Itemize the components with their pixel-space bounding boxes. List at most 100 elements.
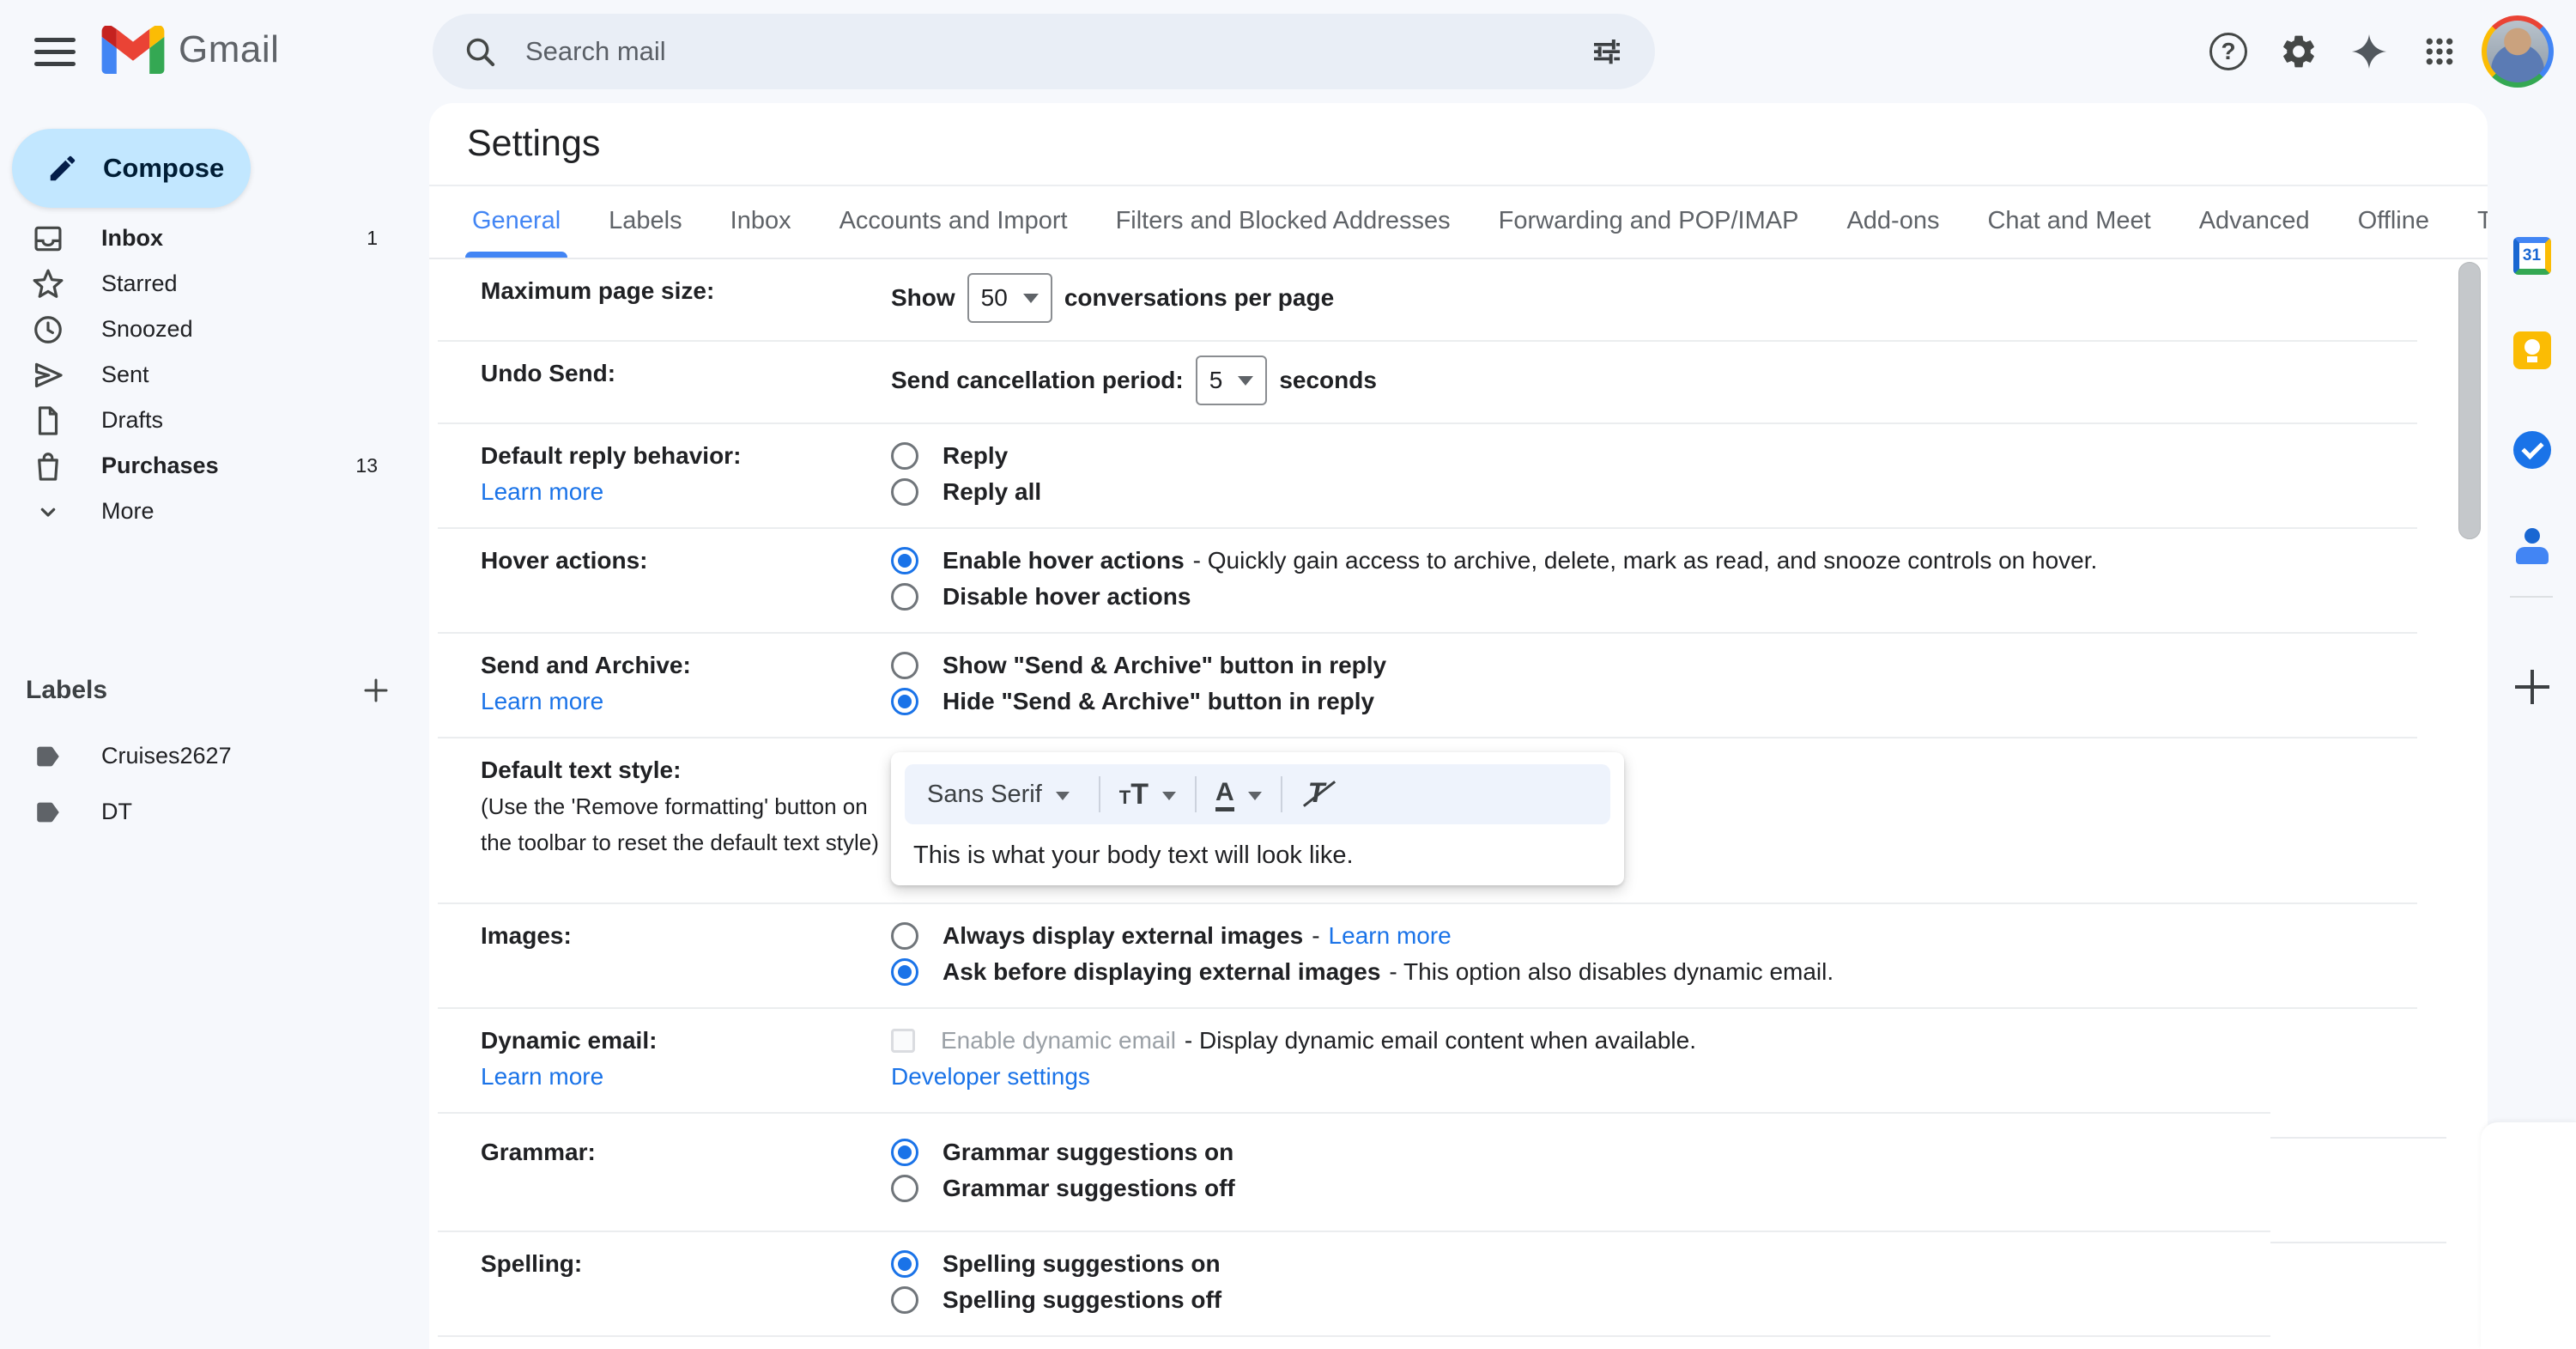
undo-send-suffix: seconds <box>1279 362 1377 398</box>
text-style-panel: Sans Serif TT A <box>891 752 1624 885</box>
radio-hide-send-archive[interactable] <box>891 688 918 715</box>
learn-more-link[interactable]: Learn more <box>481 478 603 505</box>
vertical-scrollbar[interactable] <box>2458 262 2481 539</box>
tab-accounts-and-import[interactable]: Accounts and Import <box>838 191 1070 258</box>
nav-label: Inbox <box>101 225 367 252</box>
sidebar-item-more[interactable]: More <box>0 489 429 534</box>
sidebar-item-starred[interactable]: Starred <box>0 261 429 307</box>
search-input[interactable]: Search mail <box>525 36 1590 67</box>
select-caret-icon <box>1023 294 1039 303</box>
text-color-button[interactable]: A <box>1215 778 1262 811</box>
apps-button[interactable] <box>2404 16 2475 87</box>
tab-add-ons[interactable]: Add-ons <box>1845 191 1941 258</box>
gemini-button[interactable] <box>2334 16 2404 87</box>
row-label: Spelling: <box>481 1246 891 1282</box>
font-size-button[interactable]: TT <box>1119 778 1176 811</box>
setting-row-grammar: Grammar: Grammar suggestions on Grammar … <box>438 1114 2417 1232</box>
tab-labels[interactable]: Labels <box>607 191 683 258</box>
radio-enable-hover-actions[interactable] <box>891 547 918 574</box>
tasks-button[interactable] <box>2501 419 2563 481</box>
option-label: Hide "Send & Archive" button in reply <box>943 684 1374 720</box>
file-icon <box>31 404 65 437</box>
contacts-button[interactable] <box>2501 516 2563 578</box>
learn-more-link[interactable]: Learn more <box>481 1063 603 1090</box>
font-family-select[interactable]: Sans Serif <box>927 781 1070 809</box>
row-label: Default text style: <box>481 752 891 788</box>
tab-themes[interactable]: Themes <box>2476 191 2488 258</box>
keep-button[interactable] <box>2501 319 2563 381</box>
learn-more-link[interactable]: Learn more <box>1329 918 1452 954</box>
account-button[interactable] <box>2482 15 2554 88</box>
row-label: Default reply behavior: <box>481 438 891 474</box>
main-menu-button[interactable] <box>24 21 86 82</box>
nav-label: Sent <box>101 362 378 388</box>
calendar-button[interactable]: 31 <box>2501 225 2563 287</box>
select-value: 50 <box>981 280 1008 316</box>
star-icon <box>31 268 65 301</box>
sidebar-item-inbox[interactable]: Inbox 1 <box>0 216 429 261</box>
sidebar-item-drafts[interactable]: Drafts <box>0 398 429 443</box>
label-tag-icon <box>31 742 65 771</box>
tab-inbox[interactable]: Inbox <box>729 191 793 258</box>
checkbox-enable-dynamic-email[interactable] <box>891 1029 915 1053</box>
tab-general[interactable]: General <box>470 191 562 258</box>
option-label: Reply <box>943 438 1008 474</box>
send-icon <box>31 359 65 392</box>
radio-grammar-on[interactable] <box>891 1139 918 1166</box>
setting-row-autocorrect: Autocorrect: Autocorrect on <box>438 1337 2417 1349</box>
tab-offline[interactable]: Offline <box>2356 191 2431 258</box>
radio-reply-all[interactable] <box>891 478 918 506</box>
radio-ask-before-displaying-images[interactable] <box>891 958 918 986</box>
radio-always-display-images[interactable] <box>891 922 918 950</box>
tab-filters-and-blocked-addresses[interactable]: Filters and Blocked Addresses <box>1114 191 1452 258</box>
learn-more-link[interactable]: Learn more <box>481 688 603 714</box>
nav-label: Drafts <box>101 407 378 434</box>
compose-button[interactable]: Compose <box>12 129 251 208</box>
radio-disable-hover-actions[interactable] <box>891 583 918 611</box>
nav-label: More <box>101 498 378 525</box>
settings-title-block: Settings <box>429 103 2488 186</box>
get-add-ons-button[interactable] <box>2501 656 2563 718</box>
page-size-select[interactable]: 50 <box>967 273 1052 323</box>
radio-spelling-on[interactable] <box>891 1250 918 1278</box>
tab-advanced[interactable]: Advanced <box>2197 191 2312 258</box>
search-options-icon[interactable] <box>1590 34 1624 69</box>
option-label: Ask before displaying external images <box>943 954 1380 990</box>
sidebar-item-purchases[interactable]: Purchases 13 <box>0 443 429 489</box>
label-item-cruises2627[interactable]: Cruises2627 <box>0 728 429 784</box>
label-item-dt[interactable]: DT <box>0 784 429 840</box>
gmail-logo[interactable]: Gmail <box>101 26 279 74</box>
setting-row-images: Images: Always display external images -… <box>438 904 2417 1009</box>
shopping-bag-icon <box>31 450 65 483</box>
remove-formatting-button[interactable]: T <box>1301 777 1336 811</box>
dropdown-caret-icon <box>1248 792 1262 800</box>
search-bar[interactable]: Search mail <box>433 14 1655 89</box>
setting-row-dynamic-email: Dynamic email: Learn more Enable dynamic… <box>438 1009 2417 1114</box>
dropdown-caret-icon <box>1162 792 1176 800</box>
gmail-wordmark: Gmail <box>179 28 279 71</box>
sidebar-item-sent[interactable]: Sent <box>0 352 429 398</box>
option-description: - Quickly gain access to archive, delete… <box>1193 543 2098 579</box>
support-button[interactable]: ? <box>2193 16 2264 87</box>
row-label: Grammar: <box>481 1134 891 1170</box>
developer-settings-link[interactable]: Developer settings <box>891 1059 1090 1095</box>
tab-forwarding-and-pop-imap[interactable]: Forwarding and POP/IMAP <box>1497 191 1801 258</box>
cancellation-period-select[interactable]: 5 <box>1196 355 1268 405</box>
tab-chat-and-meet[interactable]: Chat and Meet <box>1985 191 2152 258</box>
labels-heading: Labels <box>26 676 107 705</box>
radio-spelling-off[interactable] <box>891 1286 918 1314</box>
settings-button[interactable] <box>2264 16 2334 87</box>
option-label: Grammar suggestions on <box>943 1134 1233 1170</box>
remove-formatting-icon: T <box>1301 777 1336 811</box>
font-family-value: Sans Serif <box>927 781 1042 809</box>
search-icon[interactable] <box>464 35 496 68</box>
radio-reply[interactable] <box>891 442 918 470</box>
create-label-button[interactable] <box>357 671 395 709</box>
label-name: DT <box>101 799 132 825</box>
radio-grammar-off[interactable] <box>891 1175 918 1202</box>
sidebar-item-snoozed[interactable]: Snoozed <box>0 307 429 352</box>
dropdown-caret-icon <box>1056 792 1070 800</box>
radio-show-send-archive[interactable] <box>891 652 918 679</box>
undo-send-prefix: Send cancellation period: <box>891 362 1184 398</box>
row-label: Send and Archive: <box>481 647 891 684</box>
